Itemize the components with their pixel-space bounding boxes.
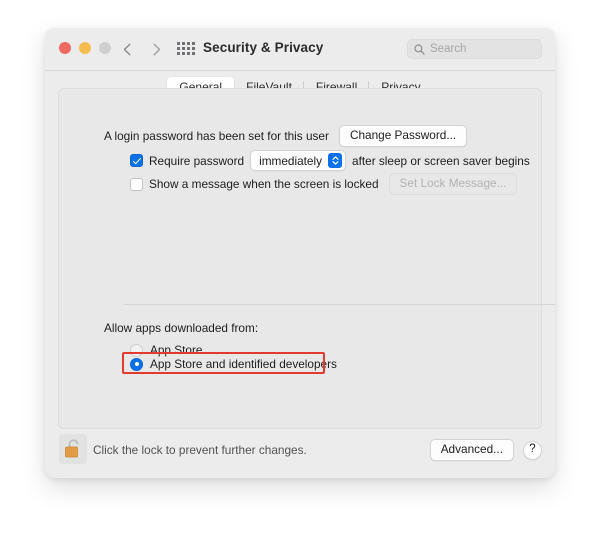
set-lock-message-button[interactable]: Set Lock Message... [388, 173, 518, 195]
require-password-row: Require password immediately after sleep… [130, 150, 530, 171]
lock-message-row: Show a message when the screen is locked… [130, 173, 518, 195]
unlocked-padlock-icon [64, 439, 78, 458]
app-store-identified-developers-label: App Store and identified developers [150, 357, 337, 371]
window-titlebar: Security & Privacy [45, 28, 555, 71]
app-store-identified-developers-radio[interactable] [130, 357, 143, 371]
login-password-status: A login password has been set for this u… [104, 129, 329, 143]
change-password-button[interactable]: Change Password... [338, 125, 468, 147]
search-icon [414, 43, 425, 55]
close-button[interactable] [59, 42, 71, 54]
forward-chevron-icon[interactable] [148, 39, 166, 59]
zoom-button[interactable] [99, 42, 111, 54]
grid-apps-icon[interactable] [177, 42, 195, 55]
radio-app-store-identified-developers[interactable]: App Store and identified developers [130, 357, 337, 371]
help-button[interactable]: ? [523, 440, 542, 460]
lock-hint-text: Click the lock to prevent further change… [93, 443, 307, 457]
require-password-suffix-label: after sleep or screen saver begins [352, 153, 530, 168]
chevron-updown-icon [328, 153, 343, 168]
show-lock-message-checkbox[interactable] [130, 177, 143, 191]
require-password-interval-popup[interactable]: immediately [250, 150, 347, 171]
require-password-label: Require password [149, 153, 245, 168]
show-lock-message-label: Show a message when the screen is locked [149, 177, 379, 191]
window-footer: Click the lock to prevent further change… [45, 430, 555, 478]
advanced-button[interactable]: Advanced... [429, 439, 514, 461]
general-pane: A login password has been set for this u… [58, 88, 555, 429]
login-password-row: A login password has been set for this u… [104, 125, 468, 147]
allow-apps-heading-row: Allow apps downloaded from: [104, 321, 258, 335]
search-input[interactable] [430, 43, 535, 55]
security-privacy-window: Security & Privacy General FileVault Fir… [45, 28, 555, 478]
require-password-interval-value: immediately [259, 153, 323, 168]
minimize-button[interactable] [79, 42, 91, 54]
allow-apps-heading: Allow apps downloaded from: [104, 321, 259, 335]
traffic-light-buttons [59, 42, 111, 54]
back-chevron-icon[interactable] [118, 39, 136, 59]
app-store-label: App Store [150, 343, 203, 357]
app-store-radio[interactable] [130, 343, 143, 357]
navigation-buttons [118, 39, 166, 59]
radio-app-store[interactable]: App Store [130, 343, 202, 357]
search-field[interactable] [407, 39, 542, 59]
require-password-checkbox[interactable] [130, 154, 143, 167]
footer-buttons: Advanced... ? [429, 439, 542, 461]
lock-button[interactable] [59, 434, 87, 464]
window-title: Security & Privacy [203, 40, 324, 55]
section-divider [124, 304, 555, 305]
